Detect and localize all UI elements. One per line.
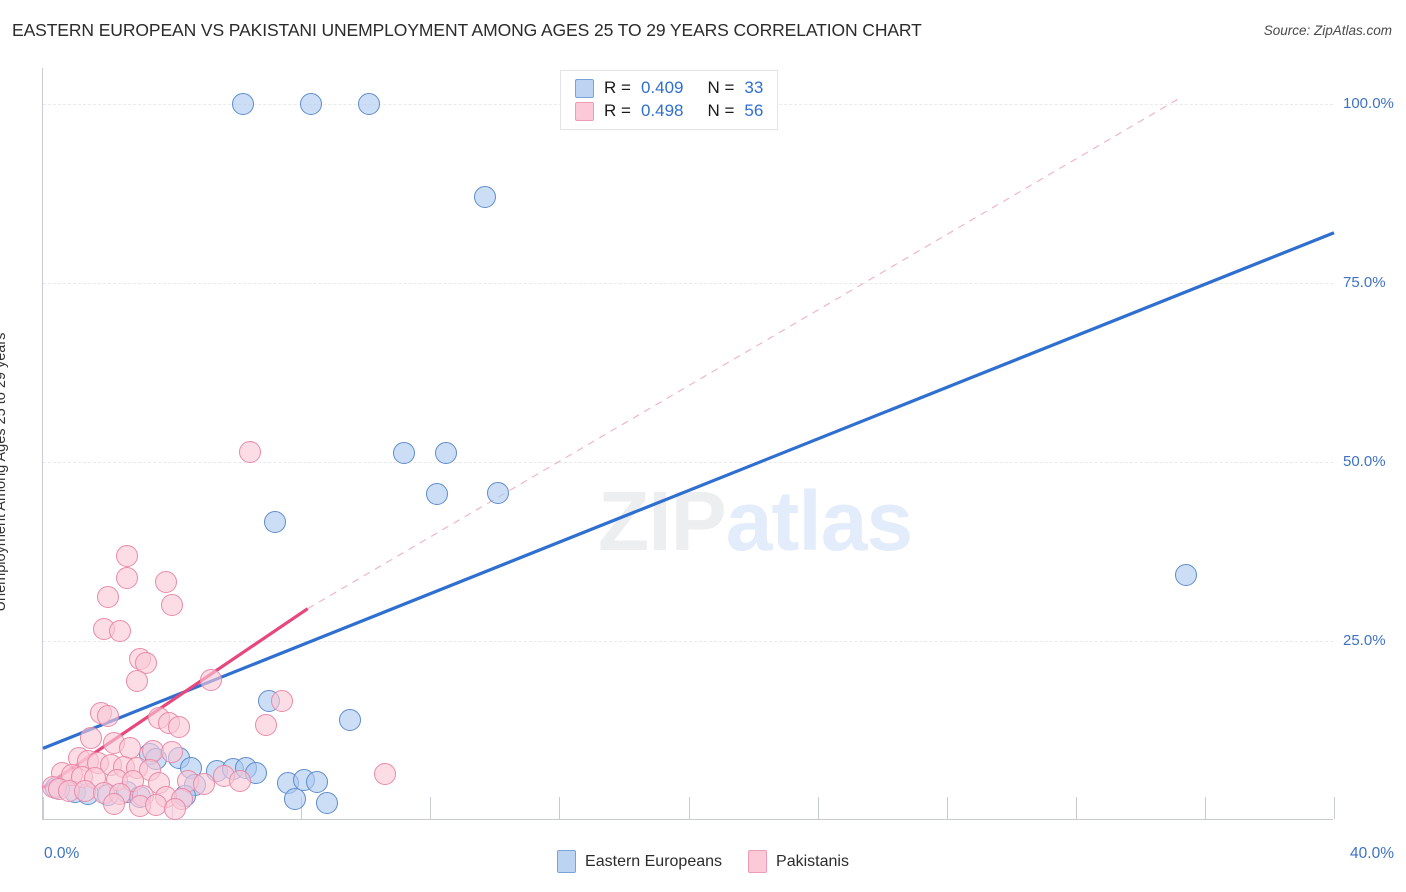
data-point-pink[interactable]	[238, 440, 261, 463]
data-point-blue[interactable]	[1174, 564, 1197, 587]
data-point-pink[interactable]	[199, 669, 222, 692]
stats-n-value-0: 33	[744, 78, 764, 97]
data-point-pink[interactable]	[154, 571, 177, 594]
data-point-blue[interactable]	[299, 92, 322, 115]
data-point-blue[interactable]	[316, 791, 339, 814]
legend-item-eastern-europeans[interactable]: Eastern Europeans	[557, 850, 722, 873]
trend-line-extension-pakistanis	[307, 96, 1183, 610]
data-point-blue[interactable]	[435, 441, 458, 464]
data-point-pink[interactable]	[161, 740, 184, 763]
stats-n-value-1: 56	[744, 101, 764, 120]
data-point-blue[interactable]	[474, 185, 497, 208]
data-point-pink[interactable]	[96, 705, 119, 728]
data-point-pink[interactable]	[270, 690, 293, 713]
data-point-blue[interactable]	[393, 441, 416, 464]
data-point-blue[interactable]	[338, 709, 361, 732]
y-axis-title: Unemployment Among Ages 25 to 29 years	[0, 332, 9, 612]
data-point-pink[interactable]	[125, 670, 148, 693]
stats-row-eastern-europeans: R = 0.409 N = 33	[575, 78, 763, 98]
y-tick-label: 25.0%	[1343, 631, 1386, 649]
trend-lines	[42, 96, 1335, 790]
stats-row-pakistanis: R = 0.498 N = 56	[575, 101, 763, 121]
y-tick-label: 100.0%	[1343, 94, 1394, 112]
stats-r-value-1: 0.498	[640, 101, 684, 120]
legend-swatch-pakistanis	[748, 850, 768, 873]
stats-n-label-0: N =	[707, 78, 735, 97]
data-point-pink[interactable]	[167, 715, 190, 738]
page-title: EASTERN EUROPEAN VS PAKISTANI UNEMPLOYME…	[12, 20, 922, 40]
data-point-blue[interactable]	[425, 483, 448, 506]
x-tick	[1334, 797, 1335, 819]
legend-label-eastern-europeans: Eastern Europeans	[585, 852, 723, 870]
stats-r-label-1: R =	[604, 101, 631, 120]
y-tick-label: 50.0%	[1343, 452, 1386, 470]
data-point-blue[interactable]	[283, 788, 306, 811]
stats-r-value-0: 0.409	[640, 78, 684, 97]
series-legend: Eastern Europeans Pakistanis	[0, 850, 1406, 873]
legend-swatch-eastern-europeans	[557, 850, 577, 873]
stats-r-label-0: R =	[604, 78, 631, 97]
plot-area: ZIPatlas	[41, 68, 1335, 820]
stats-swatch-blue	[575, 78, 594, 98]
stats-n-label-1: N =	[707, 101, 735, 120]
source-label: Source: ZipAtlas.com	[1263, 23, 1392, 38]
correlation-stats-box: R = 0.409 N = 33 R = 0.498 N = 56	[560, 70, 779, 130]
trend-line-eastern-europeans	[42, 231, 1335, 750]
legend-item-pakistanis[interactable]: Pakistanis	[748, 850, 849, 873]
data-point-blue[interactable]	[357, 92, 380, 115]
chart-page: EASTERN EUROPEAN VS PAKISTANI UNEMPLOYME…	[0, 0, 1406, 892]
y-tick-label: 75.0%	[1343, 273, 1386, 291]
data-point-pink[interactable]	[115, 566, 138, 589]
stats-swatch-pink	[575, 101, 594, 121]
data-point-pink[interactable]	[164, 797, 187, 820]
legend-label-pakistanis: Pakistanis	[776, 852, 849, 870]
data-point-pink[interactable]	[103, 792, 125, 815]
data-point-pink[interactable]	[96, 586, 119, 609]
data-point-blue[interactable]	[232, 92, 255, 115]
data-point-pink[interactable]	[254, 714, 277, 737]
